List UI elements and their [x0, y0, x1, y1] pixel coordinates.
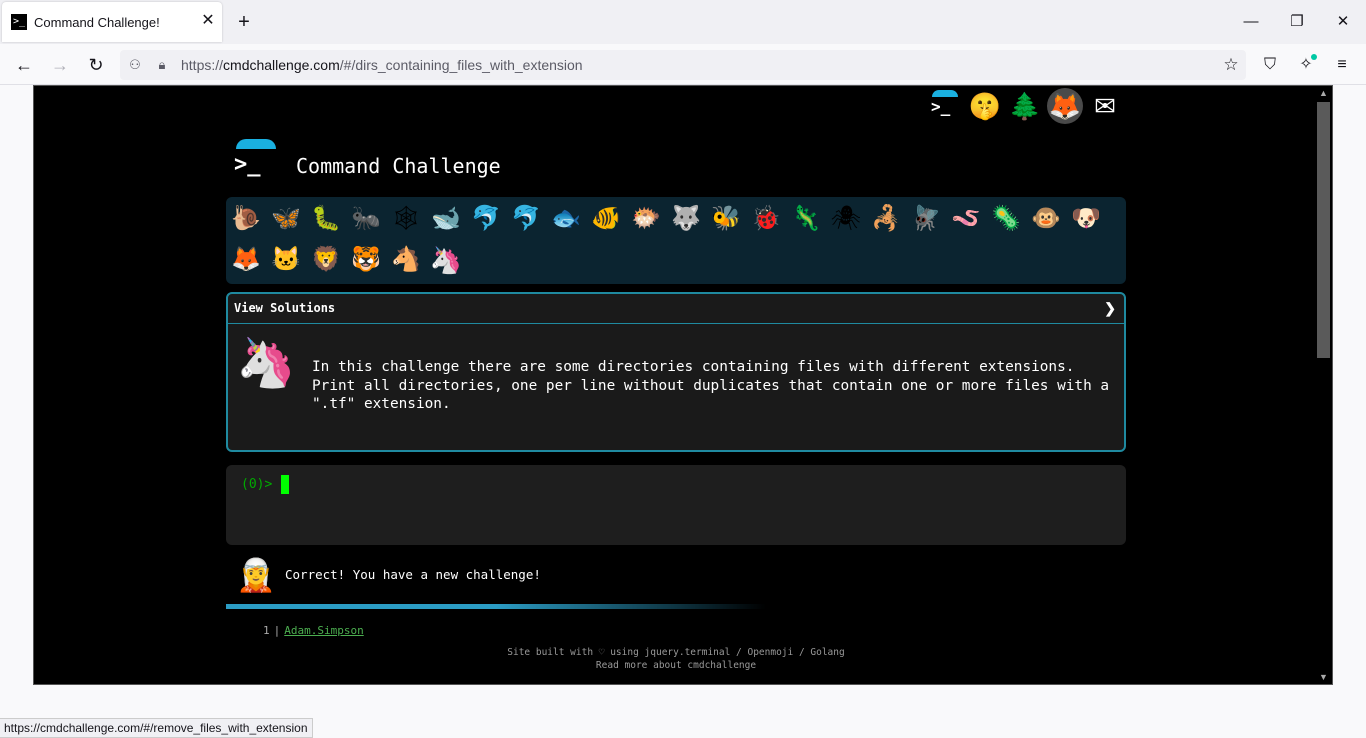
vertical-scrollbar[interactable]: ▲ ▼	[1315, 86, 1332, 684]
restore-icon[interactable]: ❐	[1285, 10, 1309, 34]
site-logo-icon[interactable]: >_	[234, 138, 278, 182]
gitlab-icon[interactable]: 🦊	[1047, 88, 1083, 124]
blowfish-challenge-icon[interactable]: 🐡	[628, 201, 664, 237]
fish-challenge-icon[interactable]: 🐟	[548, 201, 584, 237]
worm-challenge-icon[interactable]: 🪱	[948, 201, 984, 237]
tropical-fish-challenge-icon[interactable]: 🐠	[588, 201, 624, 237]
terminal-favicon-icon: >_	[11, 14, 27, 30]
scroll-up-icon[interactable]: ▲	[1315, 86, 1332, 100]
tab-strip: >_ Command Challenge! ✕ + — ❐ ✕	[0, 0, 1366, 44]
challenge-animal-grid: 🐌 🦋 🐛 🐜 🕸 🐋 🐬 🐬 🐟 🐠 🐡 🐺 🐝 🐞 🦎 🕷 🦂 🪰 🪱 🦠 🐵 🐶 🦊 🐱 🦁 🐯 🐴 🦄	[226, 197, 1126, 284]
site-permissions-icon[interactable]: ⚇	[125, 55, 145, 75]
ant-challenge-icon[interactable]: 🐜	[348, 201, 384, 237]
web-page: >_ 🤫 🌲 🦊 ✉ >_ Command Challenge 🐌 🦋 🐛 🐜 🕸 🐋 🐬 🐬…	[33, 85, 1333, 685]
unicorn-challenge-icon[interactable]: 🦄	[428, 242, 464, 278]
view-solutions-label: View Solutions	[234, 301, 336, 315]
elf-avatar-icon: 🧝	[236, 557, 276, 593]
site-footer: Site built with ♡ using jquery.terminal …	[226, 646, 1126, 672]
tab-title: Command Challenge!	[34, 15, 160, 30]
challenge-panel: View Solutions ❯ 🦄 In this challenge the…	[226, 292, 1126, 452]
ladybug-challenge-icon[interactable]: 🐞	[748, 201, 784, 237]
scroll-down-icon[interactable]: ▼	[1315, 670, 1332, 684]
monkey-challenge-icon[interactable]: 🐵	[1028, 201, 1064, 237]
chevron-right-icon[interactable]: ❯	[1104, 300, 1116, 317]
unicorn-avatar-icon: 🦄	[236, 337, 296, 390]
menu-icon[interactable]: ≡	[1329, 52, 1355, 78]
fox-challenge-icon[interactable]: 🦊	[228, 242, 264, 278]
leaderboard-rank: 1	[263, 624, 270, 637]
close-tab-icon[interactable]: ✕	[198, 11, 218, 31]
page-title: Command Challenge	[296, 154, 501, 178]
close-window-icon[interactable]: ✕	[1331, 10, 1355, 34]
footer-read-more-link[interactable]: Read more about cmdchallenge	[226, 659, 1126, 672]
scrollbar-thumb[interactable]	[1317, 102, 1330, 358]
progress-bar	[226, 604, 766, 609]
terminal-input[interactable]: (0)>	[226, 465, 1126, 545]
horse-challenge-icon[interactable]: 🐴	[388, 242, 424, 278]
scorpion-challenge-icon[interactable]: 🦂	[868, 201, 904, 237]
shield-icon[interactable]: ⛉	[1257, 52, 1283, 78]
reload-icon[interactable]: ↻	[83, 52, 109, 78]
result-message: 🧝 Correct! You have a new challenge!	[226, 553, 1126, 597]
tab-command-challenge[interactable]: >_ Command Challenge! ✕	[2, 2, 222, 42]
dog-challenge-icon[interactable]: 🐶	[1068, 201, 1104, 237]
spider-challenge-icon[interactable]: 🕷	[828, 201, 864, 237]
whale-challenge-icon[interactable]: 🐋	[428, 201, 464, 237]
leaderboard-row: 1 | Adam.Simpson	[263, 624, 364, 637]
url-bar[interactable]: ⚇ 🔒︎ https://cmdchallenge.com/#/dirs_con…	[120, 50, 1246, 80]
correct-message: Correct! You have a new challenge!	[285, 567, 541, 582]
navigation-toolbar: ← → ↻ ⚇ 🔒︎ https://cmdchallenge.com/#/di…	[0, 44, 1366, 85]
lock-icon[interactable]: 🔒︎	[152, 55, 172, 75]
extensions-icon[interactable]: ✧	[1293, 52, 1319, 78]
challenge-description: In this challenge there are some directo…	[312, 359, 1110, 412]
spider-web-challenge-icon[interactable]: 🕸	[388, 201, 424, 237]
microbe-challenge-icon[interactable]: 🦠	[988, 201, 1024, 237]
caterpillar-challenge-icon[interactable]: 🐛	[308, 201, 344, 237]
footer-credits: Site built with ♡ using jquery.terminal …	[507, 647, 845, 658]
bookmark-star-icon[interactable]: ☆	[1220, 54, 1242, 76]
lizard-challenge-icon[interactable]: 🦎	[788, 201, 824, 237]
terminal-cursor	[281, 475, 289, 494]
dolphin-grey-challenge-icon[interactable]: 🐬	[508, 201, 544, 237]
leaderboard-name-link[interactable]: Adam.Simpson	[284, 624, 363, 637]
mail-icon[interactable]: ✉	[1087, 88, 1123, 124]
snail-challenge-icon[interactable]: 🐌	[228, 201, 264, 237]
shushing-face-icon[interactable]: 🤫	[967, 88, 1003, 124]
status-bar-url: https://cmdchallenge.com/#/remove_files_…	[0, 718, 313, 738]
bee-challenge-icon[interactable]: 🐝	[708, 201, 744, 237]
butterfly-challenge-icon[interactable]: 🦋	[268, 201, 304, 237]
tree-icon[interactable]: 🌲	[1007, 88, 1043, 124]
minimize-icon[interactable]: —	[1239, 10, 1263, 34]
url-text[interactable]: https://cmdchallenge.com/#/dirs_containi…	[181, 57, 583, 73]
forward-arrow-icon[interactable]: →	[47, 52, 73, 78]
dolphin-blue-challenge-icon[interactable]: 🐬	[468, 201, 504, 237]
wolf-challenge-icon[interactable]: 🐺	[668, 201, 704, 237]
cat-challenge-icon[interactable]: 🐱	[268, 242, 304, 278]
terminal-prompt: (0)>	[241, 477, 281, 492]
view-solutions-header[interactable]: View Solutions ❯	[228, 294, 1124, 324]
lion-challenge-icon[interactable]: 🦁	[308, 242, 344, 278]
terminal-icon[interactable]: >_	[927, 88, 963, 124]
tiger-challenge-icon[interactable]: 🐯	[348, 242, 384, 278]
fly-challenge-icon[interactable]: 🪰	[908, 201, 944, 237]
new-tab-icon[interactable]: +	[233, 11, 255, 33]
back-arrow-icon[interactable]: ←	[11, 52, 37, 78]
progress-fill	[226, 604, 766, 609]
